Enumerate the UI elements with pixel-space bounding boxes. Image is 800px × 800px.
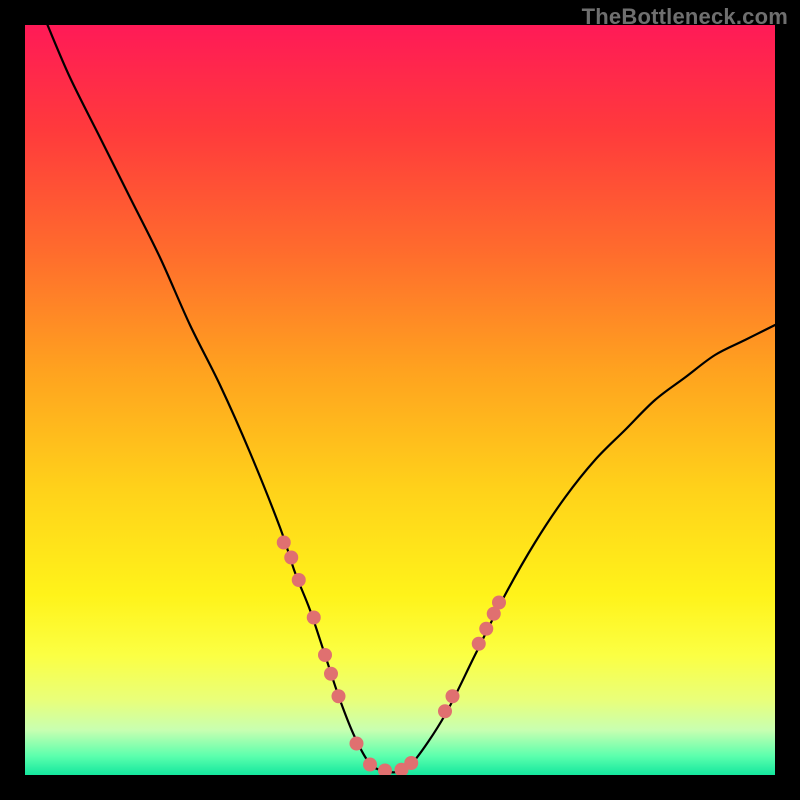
- chart-stage: TheBottleneck.com: [0, 0, 800, 800]
- marker-point: [332, 689, 346, 703]
- watermark-text: TheBottleneck.com: [582, 4, 788, 30]
- marker-point: [277, 536, 291, 550]
- marker-point: [318, 648, 332, 662]
- marker-point: [404, 756, 418, 770]
- marker-point: [324, 667, 338, 681]
- marker-point: [307, 611, 321, 625]
- marker-point: [292, 573, 306, 587]
- marker-point: [363, 758, 377, 772]
- marker-point: [284, 551, 298, 565]
- marker-point: [446, 689, 460, 703]
- marker-point: [492, 596, 506, 610]
- marker-point: [378, 764, 392, 778]
- marker-point: [438, 704, 452, 718]
- marker-point: [350, 737, 364, 751]
- marker-point: [472, 637, 486, 651]
- bottleneck-chart: [0, 0, 800, 800]
- marker-point: [479, 622, 493, 636]
- gradient-background: [25, 25, 775, 775]
